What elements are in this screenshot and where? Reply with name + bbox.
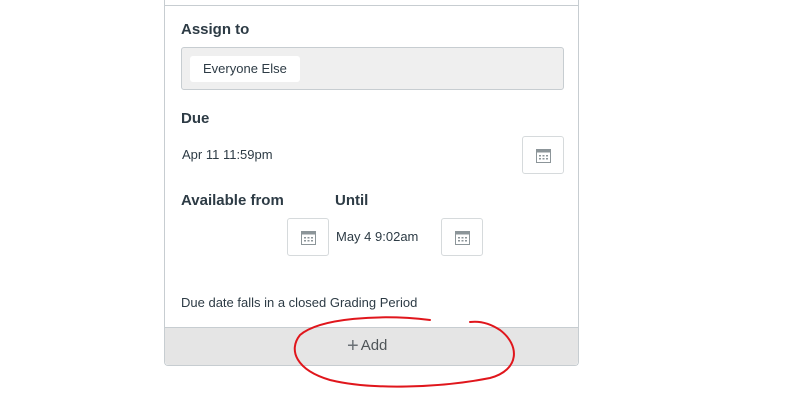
assignee-chip[interactable]: Everyone Else <box>190 56 300 82</box>
grading-period-warning: Due date falls in a closed Grading Perio… <box>181 295 418 310</box>
assign-to-label: Assign to <box>181 21 250 38</box>
available-from-label: Available from <box>181 192 284 209</box>
until-date-input[interactable]: May 4 9:02am <box>336 229 418 244</box>
card-divider <box>165 5 578 6</box>
until-calendar-button[interactable] <box>441 218 483 256</box>
assignment-override-card: Assign to Everyone Else Due Apr 11 11:59… <box>164 0 579 366</box>
due-date-input[interactable]: Apr 11 11:59pm <box>182 147 273 162</box>
add-button-label: Add <box>360 337 388 354</box>
calendar-icon <box>536 149 551 163</box>
page: Assign to Everyone Else Due Apr 11 11:59… <box>0 0 797 407</box>
until-label: Until <box>335 192 369 209</box>
plus-icon: + <box>347 335 359 357</box>
add-button-content: + Add <box>347 335 388 357</box>
due-date-calendar-button[interactable] <box>522 136 564 174</box>
calendar-icon <box>301 231 316 245</box>
calendar-icon <box>455 231 470 245</box>
available-from-calendar-button[interactable] <box>287 218 329 256</box>
due-label: Due <box>181 110 210 127</box>
add-override-button[interactable]: + Add <box>165 327 578 365</box>
assign-to-input[interactable]: Everyone Else <box>181 47 564 90</box>
